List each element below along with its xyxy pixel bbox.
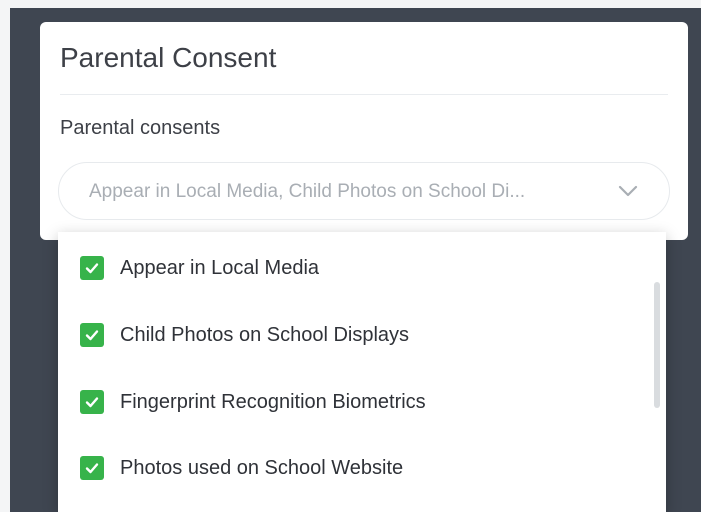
option-fingerprint-recognition-biometrics[interactable]: Fingerprint Recognition Biometrics — [80, 386, 426, 418]
option-photos-used-on-school-website[interactable]: Photos used on School Website — [80, 452, 403, 484]
parental-consents-select[interactable]: Appear in Local Media, Child Photos on S… — [58, 162, 670, 220]
select-value: Appear in Local Media, Child Photos on S… — [89, 181, 526, 202]
check-icon — [85, 263, 99, 274]
check-icon — [85, 463, 99, 474]
consents-dropdown: Appear in Local Media Child Photos on Sc… — [58, 232, 666, 512]
option-label: Photos used on School Website — [120, 456, 404, 479]
check-icon — [85, 397, 99, 408]
option-child-photos-on-school-displays[interactable]: Child Photos on School Displays — [80, 319, 409, 351]
option-label: Child Photos on School Displays — [120, 323, 410, 346]
checkbox-checked[interactable] — [80, 323, 104, 347]
checkbox-checked[interactable] — [80, 256, 104, 280]
checkbox-checked[interactable] — [80, 390, 104, 414]
checkbox-checked[interactable] — [80, 456, 104, 480]
panel-title: Parental Consent — [60, 42, 277, 73]
dropdown-scrollbar[interactable] — [654, 282, 660, 408]
parental-consents-label: Parental consents — [60, 117, 221, 139]
option-label: Fingerprint Recognition Biometrics — [120, 390, 426, 413]
option-appear-in-local-media[interactable]: Appear in Local Media — [80, 252, 319, 284]
check-icon — [85, 330, 99, 341]
option-label: Appear in Local Media — [120, 256, 320, 279]
title-divider — [60, 94, 668, 95]
parental-consent-panel: Parental Consent Parental consents Appea… — [40, 22, 688, 240]
chevron-down-icon[interactable] — [617, 180, 639, 202]
